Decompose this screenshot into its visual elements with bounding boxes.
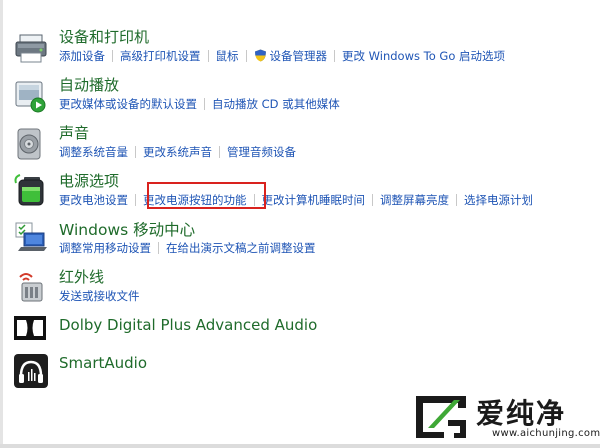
- link-adjust-volume[interactable]: 调整系统音量: [59, 144, 128, 160]
- link-add-device[interactable]: 添加设备: [59, 48, 105, 64]
- infrared-icon: [19, 273, 43, 302]
- link-change-media-defaults[interactable]: 更改媒体或设备的默认设置: [59, 96, 197, 112]
- link-separator: [372, 194, 373, 206]
- watermark-brand: 爱纯净: [476, 397, 567, 430]
- link-separator: [135, 194, 136, 206]
- category-title[interactable]: 自动播放: [59, 74, 119, 95]
- link-adjust-mobility-settings[interactable]: 调整常用移动设置: [59, 240, 151, 256]
- category-title[interactable]: 设备和打印机: [59, 26, 149, 47]
- category-title[interactable]: Dolby Digital Plus Advanced Audio: [59, 316, 317, 334]
- link-separator: [158, 242, 159, 254]
- link-separator: [253, 194, 255, 206]
- link-choose-power-plan[interactable]: 选择电源计划: [464, 192, 533, 208]
- window-bottom-edge: [0, 444, 600, 448]
- category-title[interactable]: 电源选项: [59, 170, 119, 191]
- window-left-edge: [0, 0, 3, 448]
- link-manage-audio-devices[interactable]: 管理音频设备: [227, 144, 296, 160]
- link-change-battery-settings[interactable]: 更改电池设置: [59, 192, 128, 208]
- uac-shield-icon: [254, 49, 266, 62]
- link-change-sleep-time[interactable]: 更改计算机睡眠时间: [262, 192, 366, 208]
- autoplay-icon: [15, 81, 46, 113]
- link-separator: [456, 194, 457, 206]
- link-adjust-brightness[interactable]: 调整屏幕亮度: [380, 192, 449, 208]
- category-title[interactable]: 红外线: [59, 266, 104, 287]
- link-separator: [207, 50, 209, 62]
- link-separator: [112, 50, 113, 62]
- smartaudio-headphones-icon: [14, 354, 48, 388]
- link-device-manager[interactable]: 设备管理器: [270, 48, 328, 64]
- link-separator: [204, 98, 205, 110]
- link-separator: [334, 50, 335, 62]
- watermark-url: www.aichunjing.com: [492, 428, 600, 439]
- category-title[interactable]: 声音: [59, 122, 89, 143]
- mobility-center-icon: [15, 222, 47, 251]
- link-separator: [219, 146, 220, 158]
- link-separator: [245, 50, 247, 62]
- link-advanced-printer-setup[interactable]: 高级打印机设置: [120, 48, 201, 64]
- link-change-system-sounds[interactable]: 更改系统声音: [143, 144, 212, 160]
- category-title[interactable]: Windows 移动中心: [59, 218, 195, 240]
- link-autoplay-cd[interactable]: 自动播放 CD 或其他媒体: [212, 96, 340, 112]
- link-mouse[interactable]: 鼠标: [216, 48, 239, 64]
- battery-power-icon: [14, 174, 44, 206]
- link-change-power-button[interactable]: 更改电源按钮的功能: [143, 192, 247, 208]
- link-send-receive-files[interactable]: 发送或接收文件: [59, 288, 140, 304]
- category-title[interactable]: SmartAudio: [59, 354, 147, 372]
- link-separator: [135, 146, 136, 158]
- link-windows-to-go[interactable]: 更改 Windows To Go 启动选项: [342, 48, 505, 64]
- link-presentation-settings[interactable]: 在给出演示文稿之前调整设置: [166, 240, 316, 256]
- speaker-icon: [17, 128, 41, 160]
- printer-device-icon: [15, 34, 47, 63]
- dolby-logo-icon: [14, 316, 46, 340]
